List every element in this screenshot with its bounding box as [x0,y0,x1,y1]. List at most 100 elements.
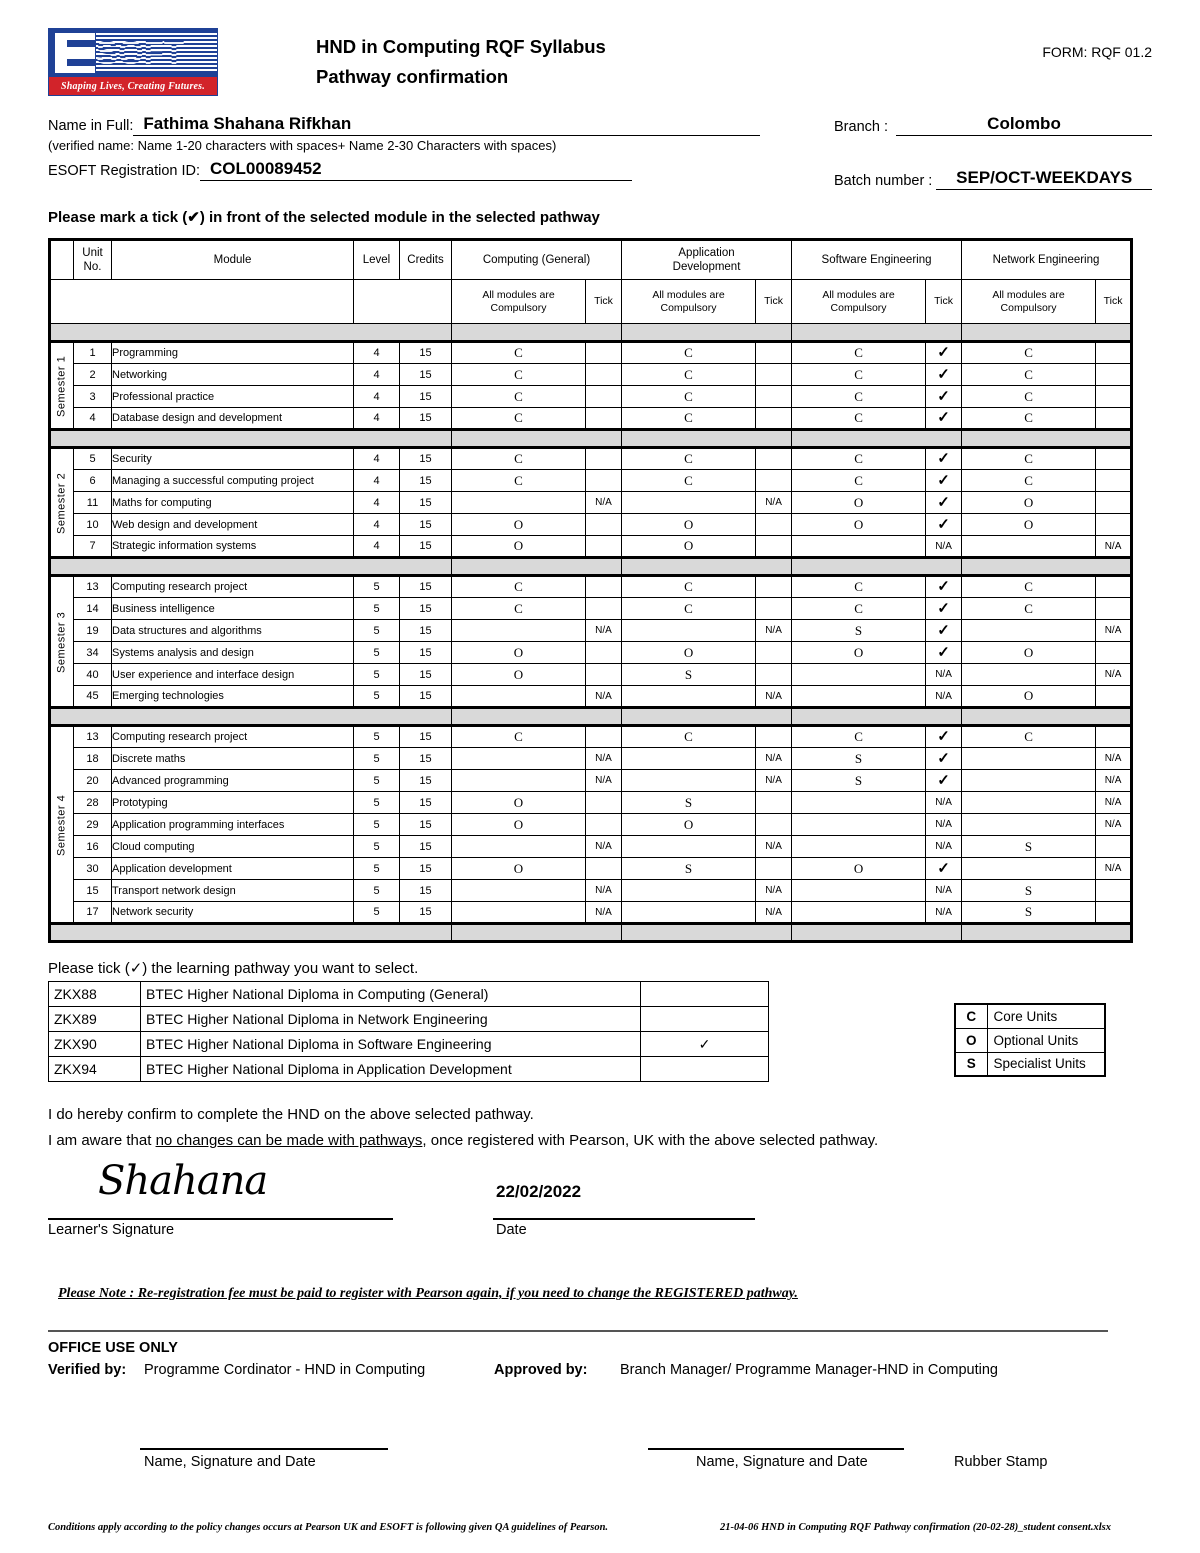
date-value[interactable]: 22/02/2022 [496,1182,581,1202]
cell-unittype-software-engineering: C [791,407,927,431]
tick-checkbox-network-engineering[interactable] [1095,641,1133,664]
tick-checkbox-software-engineering[interactable]: ✓ [925,724,963,748]
tick-checkbox-application-development[interactable] [755,813,793,836]
tick-checkbox-software-engineering[interactable]: ✓ [925,363,963,386]
tick-checkbox-software-engineering[interactable]: ✓ [925,340,963,364]
tick-checkbox-computing-general[interactable] [584,385,623,408]
tick-checkbox-network-engineering[interactable] [1095,597,1133,620]
cell-unit-no: 40 [73,663,112,686]
tick-checkbox-network-engineering[interactable] [1095,363,1133,386]
tick-checkbox-computing-general[interactable] [584,597,623,620]
tick-checkbox-application-development[interactable] [755,363,793,386]
cell-unittype-network-engineering: S [961,901,1097,925]
tick-checkbox-computing-general[interactable] [584,340,623,364]
tick-checkbox-network-engineering[interactable] [1095,879,1133,902]
tick-checkbox-software-engineering[interactable]: ✓ [925,385,963,408]
tick-checkbox-software-engineering[interactable]: ✓ [925,747,963,770]
tick-checkbox-software-engineering[interactable]: ✓ [925,469,963,492]
th-sub-blank2 [353,279,452,324]
tick-checkbox-network-engineering[interactable] [1095,491,1133,514]
pathway-row[interactable]: ZKX94 BTEC Higher National Diploma in App… [48,1056,769,1082]
tick-checkbox-computing-general[interactable] [584,513,623,536]
tick-checkbox-software-engineering[interactable]: ✓ [925,857,963,880]
cell-unit-no: 19 [73,619,112,642]
tick-checkbox-computing-general[interactable] [584,535,623,559]
tick-checkbox-software-engineering[interactable]: ✓ [925,513,963,536]
cell-unittype-computing-general: C [451,446,586,470]
tick-checkbox-computing-general[interactable] [584,363,623,386]
batch-value[interactable]: SEP/OCT-WEEKDAYS [936,168,1152,190]
table-spacer-row [49,923,1133,942]
tick-checkbox-application-development[interactable] [755,724,793,748]
tick-checkbox-computing-general[interactable] [584,813,623,836]
check-icon: ✓ [937,365,950,383]
cell-unit-no: 13 [73,724,112,748]
tick-checkbox-computing-general[interactable] [584,641,623,664]
tick-checkbox-application-development[interactable] [755,513,793,536]
cell-unittype-software-engineering: C [791,469,927,492]
tick-checkbox-computing-general[interactable] [584,446,623,470]
tick-checkbox-network-engineering[interactable] [1095,513,1133,536]
pathway-row[interactable]: ZKX89 BTEC Higher National Diploma in Net… [48,1006,769,1032]
cell-na-computing-general: N/A [584,769,623,792]
tick-checkbox-software-engineering[interactable]: ✓ [925,574,963,598]
th-pathway-computing-general: Computing (General) [450,239,623,280]
tick-checkbox-application-development[interactable] [755,446,793,470]
th-unit-no: Unit No. [73,239,112,280]
tick-checkbox-software-engineering[interactable]: ✓ [925,491,963,514]
tick-checkbox-network-engineering[interactable] [1095,340,1133,364]
tick-checkbox-application-development[interactable] [755,641,793,664]
tick-checkbox-application-development[interactable] [755,574,793,598]
spacer-cell [961,429,1133,448]
tick-checkbox-software-engineering[interactable]: ✓ [925,407,963,431]
cell-unittype-computing-general: C [451,340,586,364]
tick-checkbox-application-development[interactable] [755,597,793,620]
cell-unittype-application-development [621,747,757,770]
pathway-tick-checkbox[interactable] [640,1006,769,1032]
tick-checkbox-software-engineering[interactable]: ✓ [925,619,963,642]
tick-checkbox-computing-general[interactable] [584,407,623,431]
tick-checkbox-network-engineering[interactable] [1095,574,1133,598]
tick-checkbox-network-engineering[interactable] [1095,685,1133,709]
branch-value[interactable]: Colombo [896,114,1152,136]
tick-checkbox-software-engineering[interactable]: ✓ [925,769,963,792]
table-spacer-row [49,557,1133,576]
tick-checkbox-computing-general[interactable] [584,663,623,686]
tick-checkbox-network-engineering[interactable] [1095,446,1133,470]
tick-checkbox-computing-general[interactable] [584,724,623,748]
tick-checkbox-application-development[interactable] [755,791,793,814]
pathway-row[interactable]: ZKX90 BTEC Higher National Diploma in Sof… [48,1031,769,1057]
cell-unittype-computing-general: O [451,663,586,686]
tick-checkbox-application-development[interactable] [755,663,793,686]
tick-checkbox-application-development[interactable] [755,385,793,408]
cell-unittype-network-engineering [961,769,1097,792]
name-value[interactable]: Fathima Shahana Rifkhan [133,114,351,135]
tick-checkbox-application-development[interactable] [755,535,793,559]
cell-unittype-network-engineering: C [961,340,1097,364]
pathway-row[interactable]: ZKX88 BTEC Higher National Diploma in Com… [48,981,769,1007]
tick-checkbox-application-development[interactable] [755,407,793,431]
pathway-tick-checkbox[interactable]: ✓ [640,1031,769,1057]
tick-checkbox-computing-general[interactable] [584,857,623,880]
cell-unittype-software-engineering [791,879,927,902]
tick-checkbox-software-engineering[interactable]: ✓ [925,641,963,664]
tick-checkbox-network-engineering[interactable] [1095,835,1133,858]
tick-checkbox-network-engineering[interactable] [1095,385,1133,408]
tick-checkbox-software-engineering[interactable]: ✓ [925,446,963,470]
cell-unittype-software-engineering: O [791,857,927,880]
pathway-tick-checkbox[interactable] [640,981,769,1007]
tick-checkbox-network-engineering[interactable] [1095,724,1133,748]
tick-checkbox-software-engineering[interactable]: ✓ [925,597,963,620]
reg-value[interactable]: COL00089452 [200,159,322,180]
tick-checkbox-computing-general[interactable] [584,791,623,814]
tick-checkbox-computing-general[interactable] [584,574,623,598]
tick-checkbox-computing-general[interactable] [584,469,623,492]
tick-checkbox-application-development[interactable] [755,469,793,492]
tick-checkbox-application-development[interactable] [755,857,793,880]
tick-checkbox-network-engineering[interactable] [1095,469,1133,492]
table-row: 10 Web design and development 4 15 O O O ✓ O [50,513,1133,536]
tick-checkbox-application-development[interactable] [755,340,793,364]
tick-checkbox-network-engineering[interactable] [1095,407,1133,431]
tick-checkbox-network-engineering[interactable] [1095,901,1133,925]
pathway-tick-checkbox[interactable] [640,1056,769,1082]
